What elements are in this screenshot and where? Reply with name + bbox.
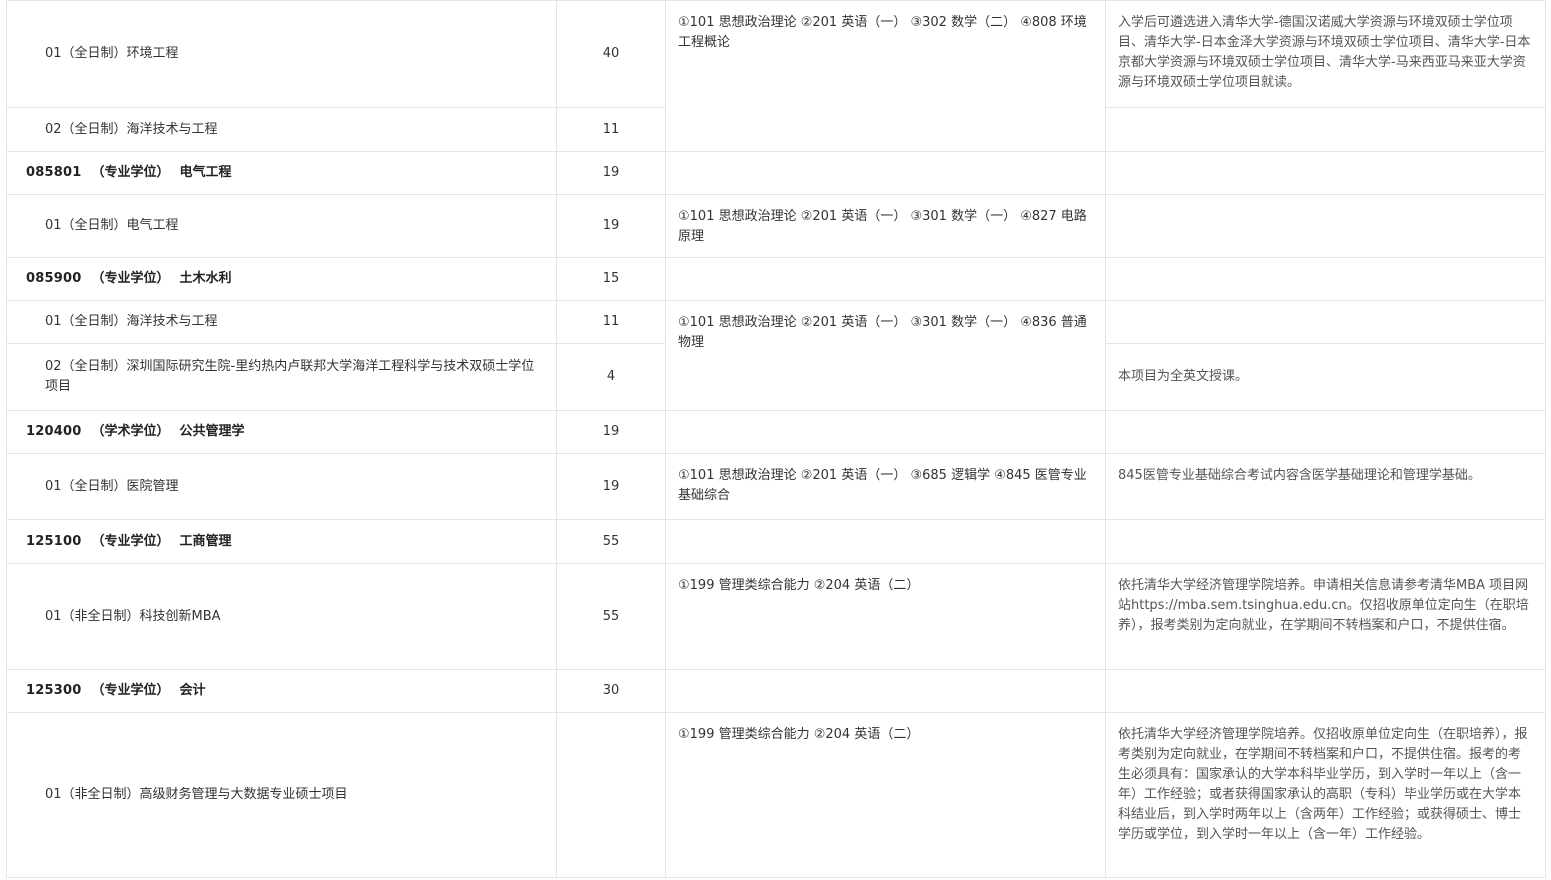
quota-cell: 11 bbox=[556, 107, 666, 152]
major-title: 公共管理学 bbox=[179, 424, 245, 439]
exam-subjects: ①101 思想政治理论 ②201 英语（一） ③301 数学（一） ④827 电… bbox=[665, 194, 1106, 258]
exam-subjects bbox=[665, 519, 1106, 564]
remark-cell bbox=[1105, 107, 1546, 152]
direction-name: 01（非全日制）科技创新MBA bbox=[6, 563, 557, 670]
table-row: 01（全日制）电气工程 19 ①101 思想政治理论 ②201 英语（一） ③3… bbox=[6, 194, 1546, 258]
quota-cell: 4 bbox=[556, 343, 666, 411]
direction-name: 01（全日制）电气工程 bbox=[6, 194, 557, 258]
quota-cell: 40 bbox=[556, 0, 666, 108]
major-code: 125100 bbox=[26, 533, 82, 549]
degree-type: （专业学位） bbox=[91, 683, 170, 698]
exam-subjects bbox=[665, 151, 1106, 195]
quota-cell: 30 bbox=[556, 669, 666, 713]
exam-subjects bbox=[665, 669, 1106, 713]
exam-subjects: ①199 管理类综合能力 ②204 英语（二） bbox=[665, 563, 1106, 670]
remark-cell bbox=[1105, 410, 1546, 454]
degree-type: （专业学位） bbox=[91, 165, 170, 180]
remark-cell bbox=[1105, 194, 1546, 258]
remark-cell: 依托清华大学经济管理学院培养。仅招收原单位定向生（在职培养），报考类别为定向就业… bbox=[1105, 712, 1546, 878]
direction-name: 01（全日制）环境工程 bbox=[6, 0, 557, 108]
direction-name: 02（全日制）深圳国际研究生院-里约热内卢联邦大学海洋工程科学与技术双硕士学位项… bbox=[6, 343, 557, 411]
exam-subjects: ①101 思想政治理论 ②201 英语（一） ③301 数学（一） ④836 普… bbox=[665, 300, 1106, 411]
major-name: 125300 （专业学位） 会计 bbox=[6, 669, 557, 713]
remark-cell bbox=[1105, 257, 1546, 301]
table-row: 01（非全日制）高级财务管理与大数据专业硕士项目 ①199 管理类综合能力 ②2… bbox=[6, 712, 1546, 878]
remark-cell: 845医管专业基础综合考试内容含医学基础理论和管理学基础。 bbox=[1105, 453, 1546, 520]
quota-cell: 15 bbox=[556, 257, 666, 301]
major-name: 085900 （专业学位） 土木水利 bbox=[6, 257, 557, 301]
exam-subjects bbox=[665, 257, 1106, 301]
exam-subjects: ①199 管理类综合能力 ②204 英语（二） bbox=[665, 712, 1106, 878]
direction-name: 01（全日制）医院管理 bbox=[6, 453, 557, 520]
quota-cell: 11 bbox=[556, 300, 666, 344]
quota-cell: 19 bbox=[556, 410, 666, 454]
remark-cell bbox=[1105, 519, 1546, 564]
major-title: 工商管理 bbox=[179, 533, 232, 549]
major-name: 085801 （专业学位） 电气工程 bbox=[6, 151, 557, 195]
table-row: 085900 （专业学位） 土木水利 15 bbox=[6, 257, 1546, 301]
table-row: 01（全日制）医院管理 19 ①101 思想政治理论 ②201 英语（一） ③6… bbox=[6, 453, 1546, 520]
degree-type: （学术学位） bbox=[91, 424, 170, 439]
major-title: 土木水利 bbox=[179, 271, 232, 286]
major-title: 电气工程 bbox=[179, 165, 232, 180]
quota-cell: 19 bbox=[556, 453, 666, 520]
table-row: 085801 （专业学位） 电气工程 19 bbox=[6, 151, 1546, 195]
exam-subjects bbox=[665, 410, 1106, 454]
remark-cell: 本项目为全英文授课。 bbox=[1105, 343, 1546, 411]
direction-name: 01（全日制）海洋技术与工程 bbox=[6, 300, 557, 344]
major-code: 085801 bbox=[26, 165, 82, 180]
table-row: 01（非全日制）科技创新MBA 55 ①199 管理类综合能力 ②204 英语（… bbox=[6, 563, 1546, 670]
degree-type: （专业学位） bbox=[91, 271, 170, 286]
remark-cell bbox=[1105, 300, 1546, 344]
quota-cell: 19 bbox=[556, 151, 666, 195]
major-code: 125300 bbox=[26, 683, 82, 698]
major-name: 120400 （学术学位） 公共管理学 bbox=[6, 410, 557, 454]
remark-cell: 依托清华大学经济管理学院培养。申请相关信息请参考清华MBA 项目网站https:… bbox=[1105, 563, 1546, 670]
remark-cell: 入学后可遴选进入清华大学-德国汉诺威大学资源与环境双硕士学位项目、清华大学-日本… bbox=[1105, 0, 1546, 108]
major-title: 会计 bbox=[179, 683, 206, 698]
remark-cell bbox=[1105, 151, 1546, 195]
table-row: 01（全日制）环境工程 40 ①101 思想政治理论 ②201 英语（一） ③3… bbox=[6, 0, 1546, 152]
direction-name: 01（非全日制）高级财务管理与大数据专业硕士项目 bbox=[6, 712, 557, 878]
major-code: 120400 bbox=[26, 424, 82, 439]
direction-name: 02（全日制）海洋技术与工程 bbox=[6, 107, 557, 152]
quota-cell: 19 bbox=[556, 194, 666, 258]
quota-cell bbox=[556, 712, 666, 878]
table-row: 01（全日制）海洋技术与工程 11 ①101 思想政治理论 ②201 英语（一）… bbox=[6, 300, 1546, 411]
admissions-table: 01（全日制）环境工程 40 ①101 思想政治理论 ②201 英语（一） ③3… bbox=[6, 0, 1546, 878]
quota-cell: 55 bbox=[556, 519, 666, 564]
exam-subjects: ①101 思想政治理论 ②201 英语（一） ③685 逻辑学 ④845 医管专… bbox=[665, 453, 1106, 520]
degree-type: （专业学位） bbox=[91, 533, 170, 549]
major-code: 085900 bbox=[26, 271, 82, 286]
major-name: 125100 （专业学位） 工商管理 bbox=[6, 519, 557, 564]
exam-subjects: ①101 思想政治理论 ②201 英语（一） ③302 数学（二） ④808 环… bbox=[665, 0, 1106, 152]
quota-cell: 55 bbox=[556, 563, 666, 670]
remark-cell bbox=[1105, 669, 1546, 713]
table-row: 120400 （学术学位） 公共管理学 19 bbox=[6, 410, 1546, 454]
table-row: 125100 （专业学位） 工商管理 55 bbox=[6, 519, 1546, 564]
admissions-page: 01（全日制）环境工程 40 ①101 思想政治理论 ②201 英语（一） ③3… bbox=[0, 0, 1551, 880]
table-row: 125300 （专业学位） 会计 30 bbox=[6, 669, 1546, 713]
